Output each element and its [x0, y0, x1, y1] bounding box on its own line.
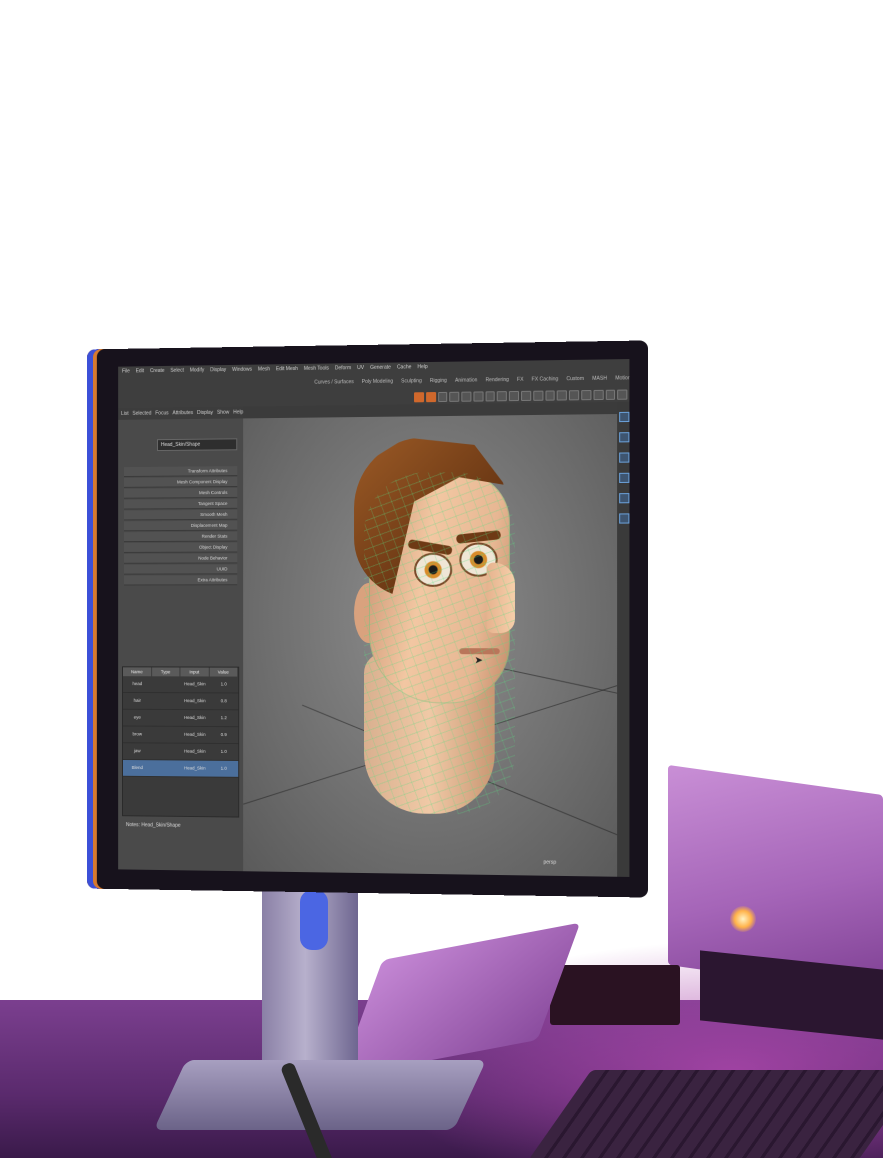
model-nose: [486, 562, 515, 634]
desk-object: [550, 965, 680, 1025]
right-toolbar: [617, 401, 630, 877]
toolbar-icon[interactable]: [619, 432, 630, 443]
cursor-icon: ➤: [474, 655, 483, 667]
toolbar-icon[interactable]: [619, 513, 630, 524]
model-mouth: [459, 648, 500, 655]
monitor-stand-base: [153, 1060, 487, 1130]
3d-viewport[interactable]: ➤ persp: [243, 400, 630, 877]
bokeh-light: [730, 906, 756, 932]
viewport-camera-label: persp: [543, 859, 557, 866]
model-eye: [414, 552, 453, 587]
monitor-screen: File Edit Create Select Modify Display Windows…: [118, 359, 630, 877]
character-head-model: [118, 359, 629, 877]
keyboard: [528, 1070, 883, 1158]
monitor: File Edit Create Select Modify Display Windows…: [87, 340, 648, 898]
toolbar-icon[interactable]: [619, 411, 630, 423]
toolbar-icon[interactable]: [619, 472, 630, 483]
toolbar-icon[interactable]: [619, 452, 630, 463]
toolbar-icon[interactable]: [619, 493, 630, 504]
stand-slot: [300, 890, 328, 950]
photo-scene: File Edit Create Select Modify Display Windows…: [0, 0, 883, 1158]
